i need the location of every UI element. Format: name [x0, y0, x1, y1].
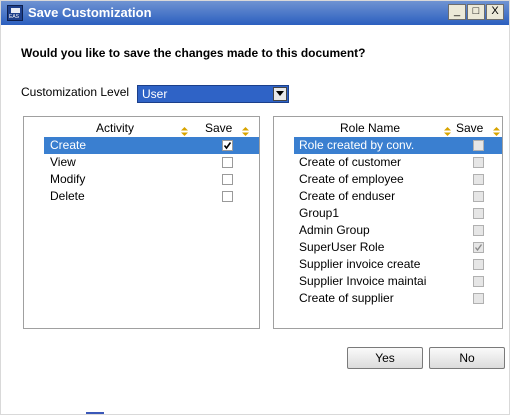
- yes-button[interactable]: Yes: [347, 347, 423, 369]
- activity-column-header[interactable]: Activity: [96, 121, 134, 137]
- activity-table: Activity Save Create View Modify Delete: [23, 116, 260, 329]
- save-checkbox[interactable]: [222, 191, 233, 202]
- table-row[interactable]: Supplier Invoice maintai: [294, 273, 502, 290]
- table-row[interactable]: Create: [44, 137, 259, 154]
- table-row[interactable]: Modify: [44, 171, 259, 188]
- save-checkbox[interactable]: [222, 140, 233, 151]
- save-customization-dialog: EAS Save Customization _ □ X Would you l…: [0, 0, 510, 415]
- save-column-header[interactable]: Save: [456, 121, 483, 137]
- save-checkbox[interactable]: [473, 242, 484, 253]
- sort-icon[interactable]: [181, 123, 188, 136]
- save-checkbox[interactable]: [473, 225, 484, 236]
- customization-level-label: Customization Level: [21, 85, 130, 99]
- save-checkbox[interactable]: [473, 140, 484, 151]
- table-row[interactable]: Group1: [294, 205, 502, 222]
- table-row[interactable]: Supplier invoice create: [294, 256, 502, 273]
- chevron-down-icon[interactable]: [273, 87, 287, 101]
- table-row[interactable]: Create of employee: [294, 171, 502, 188]
- save-prompt: Would you like to save the changes made …: [21, 46, 366, 60]
- customization-level-select[interactable]: User: [137, 85, 289, 103]
- save-checkbox[interactable]: [473, 293, 484, 304]
- window-title: Save Customization: [28, 5, 152, 20]
- title-bar[interactable]: EAS Save Customization _ □ X: [1, 1, 509, 25]
- save-checkbox[interactable]: [222, 157, 233, 168]
- sort-icon[interactable]: [493, 123, 500, 136]
- maximize-button[interactable]: □: [467, 4, 485, 20]
- app-icon: EAS: [7, 5, 23, 21]
- table-row[interactable]: Create of supplier: [294, 290, 502, 307]
- role-name-column-header[interactable]: Role Name: [340, 121, 400, 137]
- sort-icon[interactable]: [242, 123, 249, 136]
- table-row[interactable]: SuperUser Role: [294, 239, 502, 256]
- save-column-header[interactable]: Save: [205, 121, 232, 137]
- table-row[interactable]: Create of customer: [294, 154, 502, 171]
- minimize-button[interactable]: _: [448, 4, 466, 20]
- role-table: Role Name Save Role created by conv. Cre…: [273, 116, 503, 329]
- save-checkbox[interactable]: [473, 191, 484, 202]
- close-button[interactable]: X: [486, 4, 504, 20]
- no-button[interactable]: No: [429, 347, 505, 369]
- save-checkbox[interactable]: [473, 276, 484, 287]
- table-row[interactable]: View: [44, 154, 259, 171]
- table-row[interactable]: Admin Group: [294, 222, 502, 239]
- table-row[interactable]: Delete: [44, 188, 259, 205]
- save-checkbox[interactable]: [222, 174, 233, 185]
- save-checkbox[interactable]: [473, 174, 484, 185]
- sort-icon[interactable]: [444, 123, 451, 136]
- save-checkbox[interactable]: [473, 208, 484, 219]
- table-row[interactable]: Role created by conv.: [294, 137, 502, 154]
- divider: [86, 412, 104, 414]
- table-row[interactable]: Create of enduser: [294, 188, 502, 205]
- save-checkbox[interactable]: [473, 259, 484, 270]
- customization-level-value: User: [142, 87, 168, 101]
- save-checkbox[interactable]: [473, 157, 484, 168]
